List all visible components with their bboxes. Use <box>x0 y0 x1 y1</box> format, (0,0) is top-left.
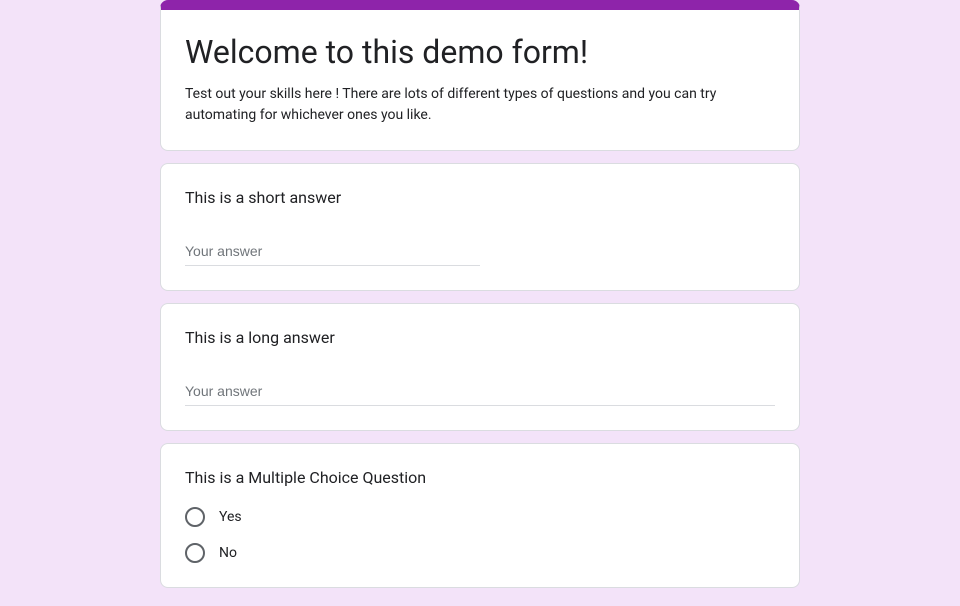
long-answer-input[interactable] <box>185 377 775 406</box>
radio-icon <box>185 507 205 527</box>
radio-option-no[interactable]: No <box>185 543 775 563</box>
question-title: This is a long answer <box>185 328 775 347</box>
short-answer-card: This is a short answer <box>160 163 800 291</box>
short-answer-input[interactable] <box>185 237 480 266</box>
form-container: Welcome to this demo form! Test out your… <box>160 0 800 588</box>
form-description: Test out your skills here ! There are lo… <box>185 84 775 126</box>
form-title: Welcome to this demo form! <box>185 32 775 72</box>
radio-label: Yes <box>219 509 242 525</box>
long-answer-card: This is a long answer <box>160 303 800 431</box>
radio-option-yes[interactable]: Yes <box>185 507 775 527</box>
radio-label: No <box>219 545 237 561</box>
form-header-card: Welcome to this demo form! Test out your… <box>160 0 800 151</box>
radio-icon <box>185 543 205 563</box>
question-title: This is a Multiple Choice Question <box>185 468 775 487</box>
question-title: This is a short answer <box>185 188 775 207</box>
multiple-choice-card: This is a Multiple Choice Question Yes N… <box>160 443 800 588</box>
